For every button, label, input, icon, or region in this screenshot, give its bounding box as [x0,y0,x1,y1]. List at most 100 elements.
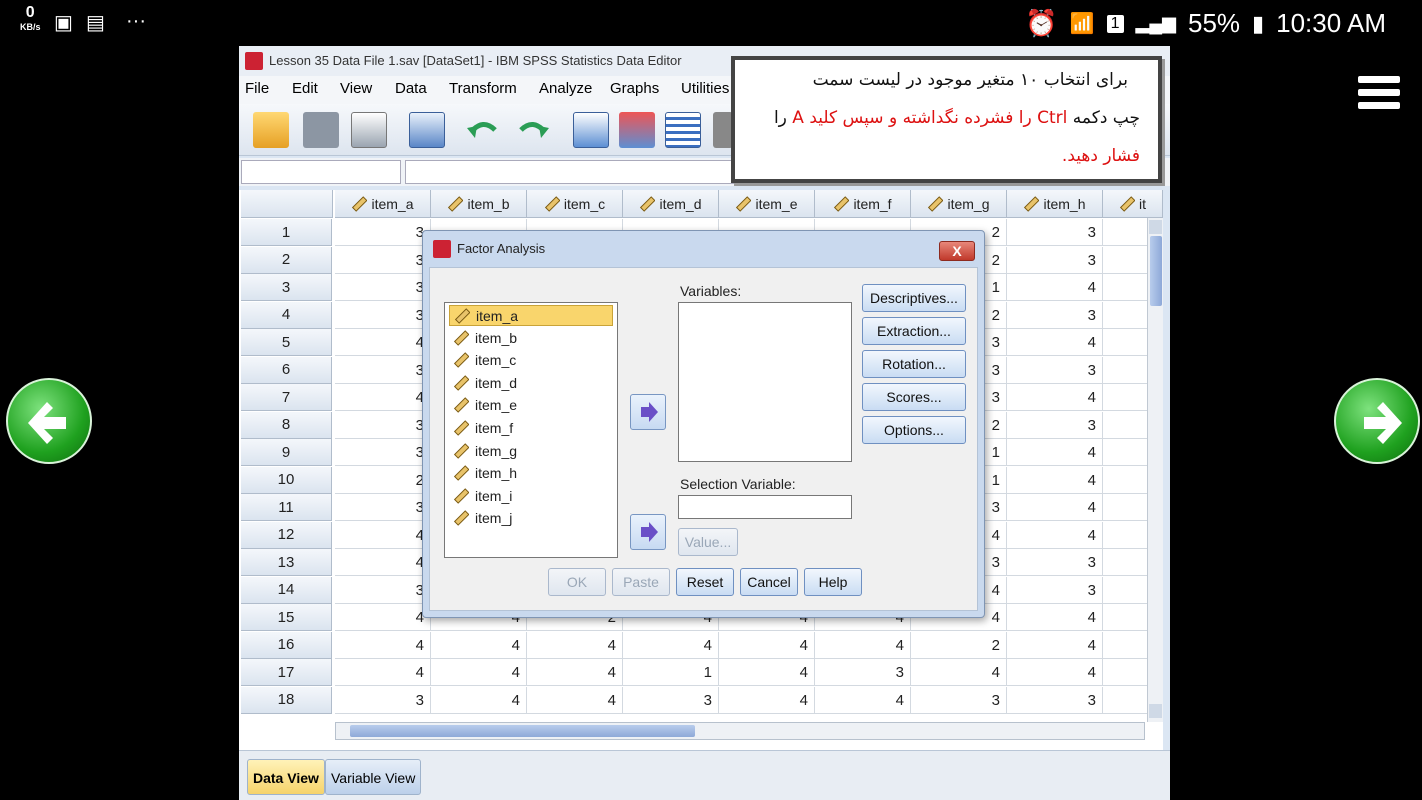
scroll-down-icon[interactable] [1149,704,1162,718]
table-cell[interactable]: 4 [719,631,815,659]
table-cell[interactable]: 4 [1007,494,1103,521]
extraction-button[interactable]: Extraction... [862,317,966,345]
table-cell[interactable]: 3 [335,686,431,714]
table-cell[interactable]: 4 [1007,604,1103,631]
row-header[interactable]: 10 [241,466,332,494]
column-header-item_d[interactable]: item_d [623,190,719,218]
options-button[interactable]: Options... [862,416,966,444]
save-icon[interactable] [303,112,339,148]
dialog-recall-icon[interactable] [409,112,445,148]
table-cell[interactable]: 4 [1007,659,1103,686]
row-header[interactable]: 4 [241,301,332,329]
undo-icon[interactable] [465,112,501,148]
vertical-scrollbar[interactable] [1147,218,1163,722]
table-cell[interactable]: 3 [335,494,431,521]
row-header[interactable]: 1 [241,219,332,246]
source-variable-item[interactable]: item_j [449,508,613,529]
goto-case-icon[interactable] [573,112,609,148]
table-cell[interactable]: 3 [1007,411,1103,439]
menu-hamburger-icon[interactable] [1358,76,1400,112]
source-variable-item[interactable]: item_b [449,328,613,349]
paste-button[interactable]: Paste [612,568,670,596]
table-cell[interactable]: 4 [335,604,431,631]
table-cell[interactable]: 3 [335,356,431,384]
table-cell[interactable]: 3 [335,301,431,329]
descriptives-button[interactable]: Descriptives... [862,284,966,312]
source-variable-item[interactable]: item_a [449,305,613,326]
table-cell[interactable]: 4 [1007,521,1103,549]
table-cell[interactable]: 3 [911,686,1007,714]
column-header-item_c[interactable]: item_c [527,190,623,218]
row-header[interactable]: 13 [241,549,332,576]
menu-graphs[interactable]: Graphs [610,80,659,97]
table-cell[interactable]: 4 [815,631,911,659]
reset-button[interactable]: Reset [676,568,734,596]
menu-data[interactable]: Data [395,80,427,97]
menu-utilities[interactable]: Utilities [681,80,729,97]
table-cell[interactable]: 3 [335,576,431,604]
table-cell[interactable]: 3 [623,686,719,714]
menu-transform[interactable]: Transform [449,80,517,97]
table-cell[interactable]: 4 [719,659,815,686]
table-cell[interactable]: 4 [335,384,431,411]
table-cell[interactable]: 4 [431,631,527,659]
vertical-scroll-thumb[interactable] [1150,236,1162,306]
scores-button[interactable]: Scores... [862,383,966,411]
table-cell[interactable]: 3 [1007,686,1103,714]
redo-icon[interactable] [515,112,551,148]
menu-view[interactable]: View [340,80,372,97]
menu-analyze[interactable]: Analyze [539,80,592,97]
row-header[interactable]: 5 [241,329,332,356]
table-cell[interactable]: 4 [335,631,431,659]
column-header-item_f[interactable]: item_f [815,190,911,218]
table-cell[interactable]: 4 [431,659,527,686]
table-cell[interactable]: 3 [815,659,911,686]
table-cell[interactable]: 4 [335,521,431,549]
table-cell[interactable]: 4 [623,631,719,659]
cell-reference-field[interactable] [241,160,401,184]
menu-file[interactable]: File [245,80,269,97]
table-cell[interactable]: 3 [335,411,431,439]
goto-variable-icon[interactable] [619,112,655,148]
row-header[interactable]: 11 [241,494,332,521]
table-cell[interactable]: 4 [815,686,911,714]
column-header-item_a[interactable]: item_a [335,190,431,218]
table-cell[interactable]: 4 [1007,274,1103,301]
row-header[interactable]: 17 [241,659,332,686]
ok-button[interactable]: OK [548,568,606,596]
table-cell[interactable]: 4 [719,686,815,714]
find-icon[interactable] [713,112,733,148]
row-header[interactable]: 7 [241,384,332,411]
table-cell[interactable]: 4 [527,686,623,714]
table-cell[interactable]: 4 [911,659,1007,686]
source-variable-item[interactable]: item_d [449,373,613,394]
table-cell[interactable]: 3 [1007,219,1103,246]
source-variable-item[interactable]: item_h [449,463,613,484]
table-cell[interactable]: 3 [335,246,431,274]
row-header[interactable]: 3 [241,274,332,301]
horizontal-scrollbar[interactable] [335,722,1145,740]
source-variable-item[interactable]: item_i [449,486,613,507]
close-icon[interactable]: X [939,241,975,261]
table-cell[interactable]: 4 [1007,631,1103,659]
tab-variable-view[interactable]: Variable View [325,759,422,795]
row-header[interactable]: 9 [241,439,332,466]
variables-icon[interactable] [665,112,701,148]
table-cell[interactable]: 4 [527,659,623,686]
move-to-variables-button[interactable] [630,394,666,430]
value-button[interactable]: Value... [678,528,738,556]
table-cell[interactable]: 2 [911,631,1007,659]
table-cell[interactable]: 3 [335,274,431,301]
table-cell[interactable]: 3 [1007,246,1103,274]
row-header[interactable]: 16 [241,631,332,659]
open-folder-icon[interactable] [253,112,289,148]
cancel-button[interactable]: Cancel [740,568,798,596]
table-cell[interactable]: 4 [527,631,623,659]
table-cell[interactable]: 1 [623,659,719,686]
row-header[interactable]: 15 [241,604,332,631]
row-header[interactable]: 14 [241,576,332,604]
table-cell[interactable]: 3 [1007,549,1103,576]
column-header-item_g[interactable]: item_g [911,190,1007,218]
previous-arrow-icon[interactable] [6,378,92,464]
scroll-up-icon[interactable] [1149,220,1162,234]
